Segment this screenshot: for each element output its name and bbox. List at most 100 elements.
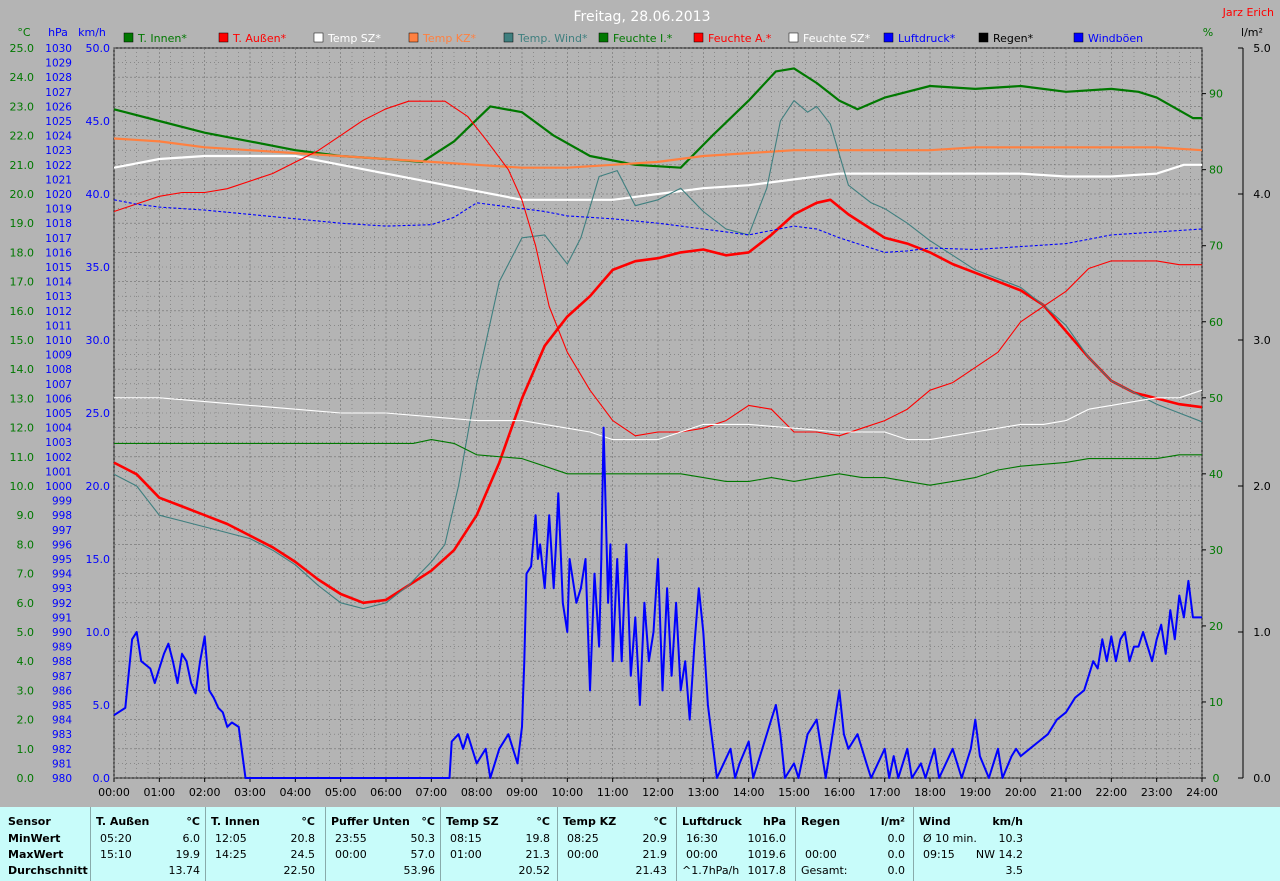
pressure-tick-label: 1028 — [45, 72, 72, 84]
x-tick-label: 21:00 — [1050, 786, 1082, 799]
x-tick-label: 08:00 — [461, 786, 493, 799]
pressure-tick-label: 1005 — [45, 408, 72, 420]
legend-swatch — [598, 32, 609, 43]
pressure-tick-label: 1008 — [45, 364, 72, 376]
x-tick-label: 22:00 — [1095, 786, 1127, 799]
temp-tick-label: 4.0 — [17, 655, 35, 668]
pressure-tick-label: 1017 — [45, 233, 72, 245]
stats-cell: 20.52 — [518, 864, 551, 877]
stats-cell: 1017.8 — [747, 864, 787, 877]
temp-tick-label: 11.0 — [10, 451, 35, 464]
pressure-tick-label: 998 — [52, 510, 72, 522]
stats-cell: 10.3 — [998, 832, 1024, 845]
x-tick-label: 12:00 — [642, 786, 674, 799]
pressure-tick-label: 995 — [52, 554, 72, 566]
stats-separator — [205, 807, 206, 881]
legend-label: Temp KZ* — [422, 32, 477, 45]
stats-cell: hPa — [762, 815, 786, 828]
stats-separator — [440, 807, 441, 881]
stats-cell: 53.96 — [403, 864, 436, 877]
pressure-tick-label: 1012 — [45, 306, 72, 318]
wind-tick-label: 0.0 — [93, 772, 111, 785]
temp-tick-label: 15.0 — [10, 334, 35, 347]
pressure-tick-label: 987 — [52, 671, 72, 683]
stats-cell: 21.43 — [635, 864, 668, 877]
temp-tick-label: 21.0 — [10, 159, 35, 172]
legend-label: T. Außen* — [232, 32, 287, 45]
rain-tick-label: 4.0 — [1253, 188, 1271, 201]
pressure-tick-label: 1018 — [45, 218, 72, 230]
temp-tick-label: 1.0 — [17, 743, 35, 756]
humidity-tick-label: 20 — [1209, 620, 1223, 633]
pressure-tick-label: 981 — [52, 758, 72, 770]
pressure-tick-label: 985 — [52, 700, 72, 712]
stats-cell: km/h — [992, 815, 1023, 828]
pressure-tick-label: 983 — [52, 729, 72, 741]
humidity-tick-label: 50 — [1209, 392, 1223, 405]
pressure-tick-label: 989 — [52, 642, 72, 654]
stats-cell: 13.74 — [168, 864, 201, 877]
stats-cell: °C — [653, 815, 667, 828]
stats-cell: 57.0 — [410, 848, 436, 861]
x-tick-label: 15:00 — [778, 786, 810, 799]
pressure-tick-label: 992 — [52, 598, 72, 610]
x-tick-label: 07:00 — [415, 786, 447, 799]
legend-swatch — [788, 32, 799, 43]
wind-tick-label: 10.0 — [86, 626, 111, 639]
temp-tick-label: 3.0 — [17, 684, 35, 697]
pressure-tick-label: 1002 — [45, 452, 72, 464]
pressure-tick-label: 1027 — [45, 87, 72, 99]
stats-cell: NW 14.2 — [975, 848, 1023, 861]
x-tick-label: 17:00 — [869, 786, 901, 799]
pressure-tick-label: 988 — [52, 656, 72, 668]
x-tick-label: 16:00 — [823, 786, 855, 799]
temp-tick-label: 0.0 — [17, 772, 35, 785]
stats-separator — [913, 807, 914, 881]
stats-cell: °C — [421, 815, 435, 828]
wind-tick-label: 20.0 — [86, 480, 111, 493]
humidity-tick-label: 40 — [1209, 468, 1223, 481]
legend-swatch — [503, 32, 514, 43]
pressure-tick-label: 1015 — [45, 262, 72, 274]
rain-tick-label: 5.0 — [1253, 42, 1271, 55]
stats-cell: °C — [186, 815, 200, 828]
temp-tick-label: 12.0 — [10, 422, 35, 435]
x-tick-label: 05:00 — [325, 786, 357, 799]
x-tick-label: 20:00 — [1005, 786, 1037, 799]
pressure-tick-label: 1003 — [45, 437, 72, 449]
stats-separator — [90, 807, 91, 881]
legend-label: Feuchte SZ* — [803, 32, 871, 45]
stats-cell: 19.8 — [525, 832, 551, 845]
legend-label: Feuchte I.* — [613, 32, 673, 45]
humidity-unit-label: % — [1203, 26, 1213, 39]
temp-tick-label: 18.0 — [10, 246, 35, 259]
stats-row-label: MaxWert — [8, 848, 64, 861]
stats-cell: 20.8 — [290, 832, 316, 845]
temp-tick-label: 8.0 — [17, 538, 35, 551]
stats-separator — [795, 807, 796, 881]
legend-label: Temp. Wind* — [517, 32, 588, 45]
humidity-tick-label: 80 — [1209, 164, 1223, 177]
legend-swatch — [218, 32, 229, 43]
pressure-tick-label: 1001 — [45, 466, 72, 478]
stats-row-label: Durchschnitt — [8, 864, 88, 877]
temp-tick-label: 5.0 — [17, 626, 35, 639]
stats-separator — [325, 807, 326, 881]
temp-unit-label: °C — [17, 26, 31, 39]
temp-tick-label: 6.0 — [17, 597, 35, 610]
rain-tick-label: 3.0 — [1253, 334, 1271, 347]
legend-swatch — [693, 32, 704, 43]
pressure-tick-label: 1029 — [45, 58, 72, 70]
pressure-tick-label: 1023 — [45, 145, 72, 157]
pressure-tick-label: 1009 — [45, 350, 72, 362]
stats-cell: 21.9 — [642, 848, 668, 861]
pressure-tick-label: 1016 — [45, 247, 72, 259]
humidity-tick-label: 90 — [1209, 88, 1223, 101]
pressure-tick-label: 982 — [52, 744, 72, 756]
pressure-tick-label: 1006 — [45, 393, 72, 405]
x-tick-label: 10:00 — [551, 786, 583, 799]
legend-swatch — [408, 32, 419, 43]
temp-tick-label: 25.0 — [10, 42, 35, 55]
pressure-tick-label: 1014 — [45, 277, 72, 289]
temp-tick-label: 24.0 — [10, 71, 35, 84]
